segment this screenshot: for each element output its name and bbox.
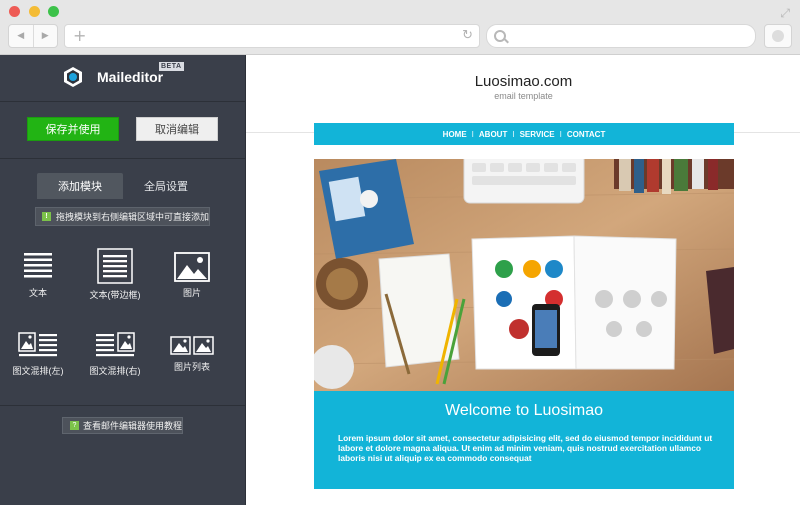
nav-buttons: ◀ ▶ <box>8 24 58 48</box>
sidebar-tabs: 添加模块 全局设置 <box>0 159 245 201</box>
brand-name: Maileditor <box>97 69 164 85</box>
module-label: 图片 <box>182 288 201 298</box>
browser-chrome: ⤢ ◀ ▶ + ↻ <box>0 0 800 55</box>
forward-icon[interactable]: ▶ <box>34 25 58 47</box>
module-image[interactable]: 图片 <box>157 252 227 299</box>
close-window-button[interactable] <box>9 6 20 17</box>
tab-add-module[interactable]: 添加模块 <box>37 173 123 199</box>
module-image-text-left[interactable]: 图文混排(左) <box>3 332 73 377</box>
search-icon <box>494 30 506 42</box>
info-icon: ! <box>42 212 51 221</box>
module-label: 图片列表 <box>173 362 210 372</box>
maximize-window-button[interactable] <box>48 6 59 17</box>
email-preview: Luosimao.com email template HOME I ABOUT… <box>245 55 800 505</box>
module-text-bordered[interactable]: 文本(带边框) <box>80 248 150 301</box>
new-tab-icon[interactable]: + <box>73 26 86 45</box>
editor-sidebar: Maileditor BETA 保存并使用 取消编辑 添加模块 全局设置 ! 拖… <box>0 55 245 505</box>
welcome-text: Lorem ipsum dolor sit amet, consectetur … <box>338 433 713 463</box>
logo-icon <box>64 67 82 87</box>
search-bar[interactable] <box>486 24 756 48</box>
back-icon[interactable]: ◀ <box>9 25 34 47</box>
site-title: Luosimao.com <box>474 73 573 90</box>
help-tutorial-text: 查看邮件编辑器使用教程 <box>83 421 183 431</box>
reload-icon[interactable]: ↻ <box>462 28 473 43</box>
menu-item-home[interactable]: HOME <box>438 130 472 139</box>
image-list-icon <box>170 336 214 355</box>
menu-item-service[interactable]: SERVICE <box>515 130 560 139</box>
module-label: 文本(带边框) <box>89 290 141 300</box>
text-module-icon <box>24 253 52 278</box>
welcome-section: Welcome to Luosimao Lorem ipsum dolor si… <box>314 391 734 489</box>
save-and-use-button[interactable]: 保存并使用 <box>27 117 119 141</box>
address-bar[interactable]: + ↻ <box>64 24 480 48</box>
beta-badge: BETA <box>159 62 184 71</box>
image-text-left-icon <box>18 332 57 357</box>
module-image-list[interactable]: 图片列表 <box>157 336 227 373</box>
menu-item-about[interactable]: ABOUT <box>474 130 512 139</box>
fullscreen-icon[interactable]: ⤢ <box>780 6 790 21</box>
module-text[interactable]: 文本 <box>3 250 73 299</box>
menu-item-contact[interactable]: CONTACT <box>562 130 611 139</box>
extension-button[interactable] <box>764 24 792 48</box>
hero-image[interactable] <box>314 159 734 391</box>
brand-bar: Maileditor BETA <box>0 55 245 102</box>
welcome-title: Welcome to Luosimao <box>445 402 603 419</box>
image-text-right-icon <box>96 332 135 357</box>
tab-global-settings[interactable]: 全局设置 <box>127 173 205 199</box>
bordered-text-module-icon <box>97 248 133 284</box>
drag-hint-text: 拖拽模块到右侧编辑区域中可直接添加 <box>56 212 210 222</box>
site-subtitle: email template <box>494 91 553 101</box>
sidebar-divider <box>0 405 245 406</box>
module-label: 图文混排(左) <box>12 366 64 376</box>
help-icon: ? <box>70 421 79 430</box>
image-module-icon <box>174 252 210 282</box>
help-tutorial-button[interactable]: ? 查看邮件编辑器使用教程 <box>62 417 183 434</box>
minimize-window-button[interactable] <box>29 6 40 17</box>
action-bar: 保存并使用 取消编辑 <box>0 102 245 159</box>
module-label: 图文混排(右) <box>89 366 141 376</box>
email-menu[interactable]: HOME I ABOUT I SERVICE I CONTACT <box>314 123 734 145</box>
module-label: 文本 <box>28 288 47 298</box>
module-image-text-right[interactable]: 图文混排(右) <box>80 332 150 377</box>
cancel-edit-button[interactable]: 取消编辑 <box>136 117 218 141</box>
drag-hint: ! 拖拽模块到右侧编辑区域中可直接添加 <box>35 207 210 226</box>
